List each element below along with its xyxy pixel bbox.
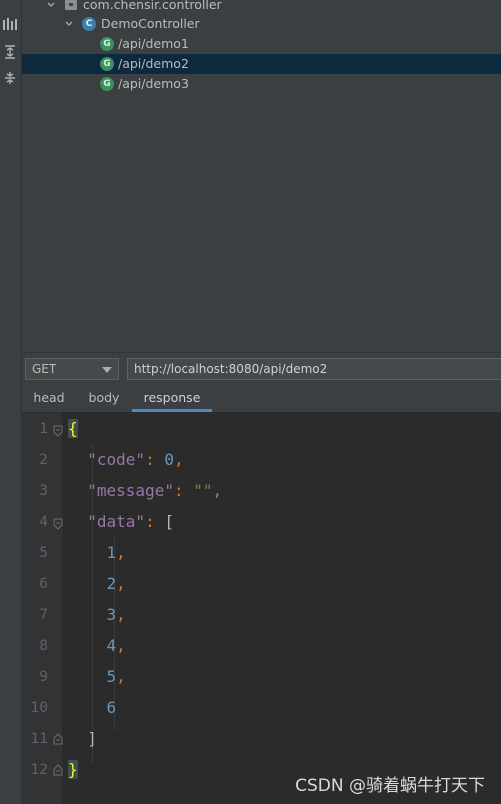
line-number: 2 <box>39 452 48 468</box>
response-editor[interactable]: 1 2 3 4 5 6 7 8 9 10 11 12 { "code": 0, … <box>22 413 501 804</box>
code-line: 5, <box>106 667 126 686</box>
tab-response[interactable]: response <box>132 386 212 412</box>
line-number: 9 <box>39 669 48 685</box>
json-key: "data" <box>87 512 146 531</box>
fold-end-icon[interactable] <box>53 764 63 776</box>
collapse-all-icon[interactable] <box>2 70 18 86</box>
code-line: "message": "", <box>87 481 223 500</box>
request-bar: GET http://localhost:8080/api/demo2 <box>22 352 501 387</box>
package-icon <box>65 0 77 10</box>
code-line: } <box>68 760 78 779</box>
json-string: "" <box>193 481 213 500</box>
tab-head[interactable]: head <box>28 386 70 412</box>
method-select[interactable]: GET <box>25 358 119 380</box>
endpoint-label: /api/demo2 <box>118 56 189 71</box>
close-brace: } <box>68 760 78 779</box>
tool-strip <box>0 0 22 804</box>
json-number: 2 <box>106 574 117 593</box>
line-number: 6 <box>39 576 48 592</box>
fold-open-icon[interactable] <box>53 425 63 437</box>
open-brace: { <box>68 419 78 438</box>
line-number: 3 <box>39 483 48 499</box>
json-key: "message" <box>87 481 174 500</box>
url-field[interactable]: http://localhost:8080/api/demo2 <box>127 358 501 380</box>
code-line: "code": 0, <box>87 450 184 469</box>
get-method-icon: G <box>100 37 114 51</box>
watermark: CSDN @骑着蜗牛打天下 <box>295 776 485 796</box>
tree-endpoint-row[interactable]: G /api/demo3 <box>22 74 501 94</box>
code-line: "data": [ <box>87 512 174 531</box>
endpoint-label: /api/demo1 <box>118 36 189 51</box>
bar-chart-icon[interactable] <box>2 16 18 32</box>
package-label: com.chensir.controller <box>83 0 222 12</box>
json-key: "code" <box>87 450 146 469</box>
get-method-icon: G <box>100 57 114 71</box>
fold-open-icon[interactable] <box>53 518 63 530</box>
json-number: 1 <box>106 543 117 562</box>
json-number: 3 <box>106 605 117 624</box>
line-number: 1 <box>39 421 48 437</box>
tree-endpoint-row-selected[interactable]: G /api/demo2 <box>22 54 501 74</box>
request-tabs: head body response <box>22 386 501 413</box>
controller-label: DemoController <box>101 16 200 31</box>
line-number: 5 <box>39 545 48 561</box>
code-line: 2, <box>106 574 126 593</box>
line-number: 4 <box>39 514 48 530</box>
tree-endpoint-row[interactable]: G /api/demo1 <box>22 34 501 54</box>
fold-end-icon[interactable] <box>53 733 63 745</box>
code-line: ] <box>87 729 97 748</box>
chevron-down-icon[interactable] <box>47 1 55 9</box>
code-line: 6 <box>68 698 117 717</box>
expand-all-icon[interactable] <box>2 44 18 60</box>
get-method-icon: G <box>100 77 114 91</box>
method-value: GET <box>32 362 57 376</box>
dropdown-caret-icon <box>102 367 112 373</box>
tree-controller-row[interactable]: C DemoController <box>22 14 501 34</box>
code-line: 4, <box>106 636 126 655</box>
json-number: 4 <box>106 636 117 655</box>
line-number: 11 <box>30 731 48 747</box>
endpoint-tree: com.chensir.controller C DemoController … <box>22 0 501 352</box>
code-line: 3, <box>106 605 126 624</box>
code-line: 1, <box>106 543 126 562</box>
class-icon: C <box>82 17 96 31</box>
line-number: 10 <box>30 700 48 716</box>
chevron-down-icon[interactable] <box>65 20 73 28</box>
line-number: 12 <box>30 762 48 778</box>
line-gutter: 1 2 3 4 5 6 7 8 9 10 11 12 <box>22 413 63 804</box>
json-number: 0 <box>164 450 174 469</box>
line-number: 8 <box>39 638 48 654</box>
json-number: 6 <box>106 698 117 717</box>
endpoint-label: /api/demo3 <box>118 76 189 91</box>
line-number: 7 <box>39 607 48 623</box>
tree-package-row[interactable]: com.chensir.controller <box>22 0 501 15</box>
tab-body[interactable]: body <box>82 386 126 412</box>
code-line: { <box>68 419 78 438</box>
json-number: 5 <box>106 667 117 686</box>
